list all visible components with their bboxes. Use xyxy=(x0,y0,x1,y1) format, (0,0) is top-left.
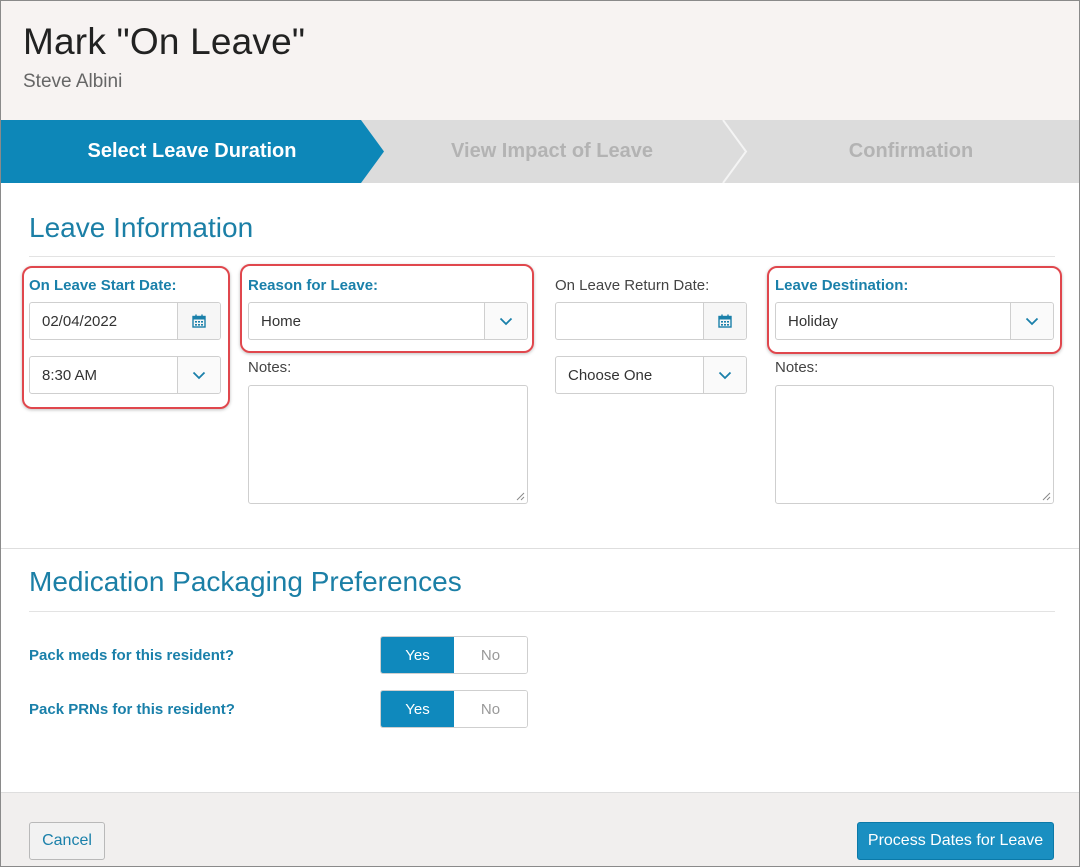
return-date-input[interactable] xyxy=(555,302,747,340)
resident-name: Steve Albini xyxy=(23,71,123,92)
leave-information-heading: Leave Information xyxy=(29,212,254,243)
page-title: Mark "On Leave" xyxy=(23,21,306,62)
step-indicator: Select Leave Duration View Impact of Lea… xyxy=(1,120,1079,183)
return-date-label: On Leave Return Date: xyxy=(555,277,710,294)
resize-grip-icon[interactable] xyxy=(516,492,525,501)
cancel-button[interactable]: Cancel xyxy=(29,822,105,860)
pack-prns-yes-button[interactable]: Yes xyxy=(381,691,454,727)
pack-meds-no-button[interactable]: No xyxy=(454,637,527,673)
highlight-box xyxy=(767,266,1062,354)
destination-notes-label: Notes: xyxy=(775,359,819,376)
section-rule xyxy=(29,256,1055,257)
modal-window: Mark "On Leave" Steve Albini Select Leav… xyxy=(0,0,1080,867)
pack-prns-no-button[interactable]: No xyxy=(454,691,527,727)
pack-meds-label: Pack meds for this resident? xyxy=(29,647,235,664)
section-rule xyxy=(29,611,1055,612)
chevron-down-icon[interactable] xyxy=(703,357,746,393)
pack-meds-toggle: Yes No xyxy=(380,636,528,674)
reason-notes-label: Notes: xyxy=(248,359,292,376)
pack-prns-label: Pack PRNs for this resident? xyxy=(29,701,235,718)
reason-notes-textarea[interactable] xyxy=(248,385,528,504)
destination-notes-textarea[interactable] xyxy=(775,385,1054,504)
resize-grip-icon[interactable] xyxy=(1042,492,1051,501)
calendar-icon[interactable] xyxy=(703,303,746,339)
highlight-box xyxy=(22,266,230,409)
modal-header: Mark "On Leave" Steve Albini xyxy=(1,1,1079,120)
pack-prns-toggle: Yes No xyxy=(380,690,528,728)
medication-preferences-heading: Medication Packaging Preferences xyxy=(29,566,462,597)
section-divider xyxy=(1,548,1079,549)
step-view-impact: View Impact of Leave xyxy=(451,140,653,162)
pack-meds-yes-button[interactable]: Yes xyxy=(381,637,454,673)
process-dates-button[interactable]: Process Dates for Leave xyxy=(857,822,1054,860)
return-time-value: Choose One xyxy=(568,367,653,384)
step-select-leave-duration: Select Leave Duration xyxy=(87,140,297,162)
return-time-select[interactable]: Choose One xyxy=(555,356,747,394)
highlight-box xyxy=(240,264,534,353)
step-confirmation: Confirmation xyxy=(848,140,974,162)
modal-footer: Cancel Process Dates for Leave xyxy=(1,792,1079,866)
